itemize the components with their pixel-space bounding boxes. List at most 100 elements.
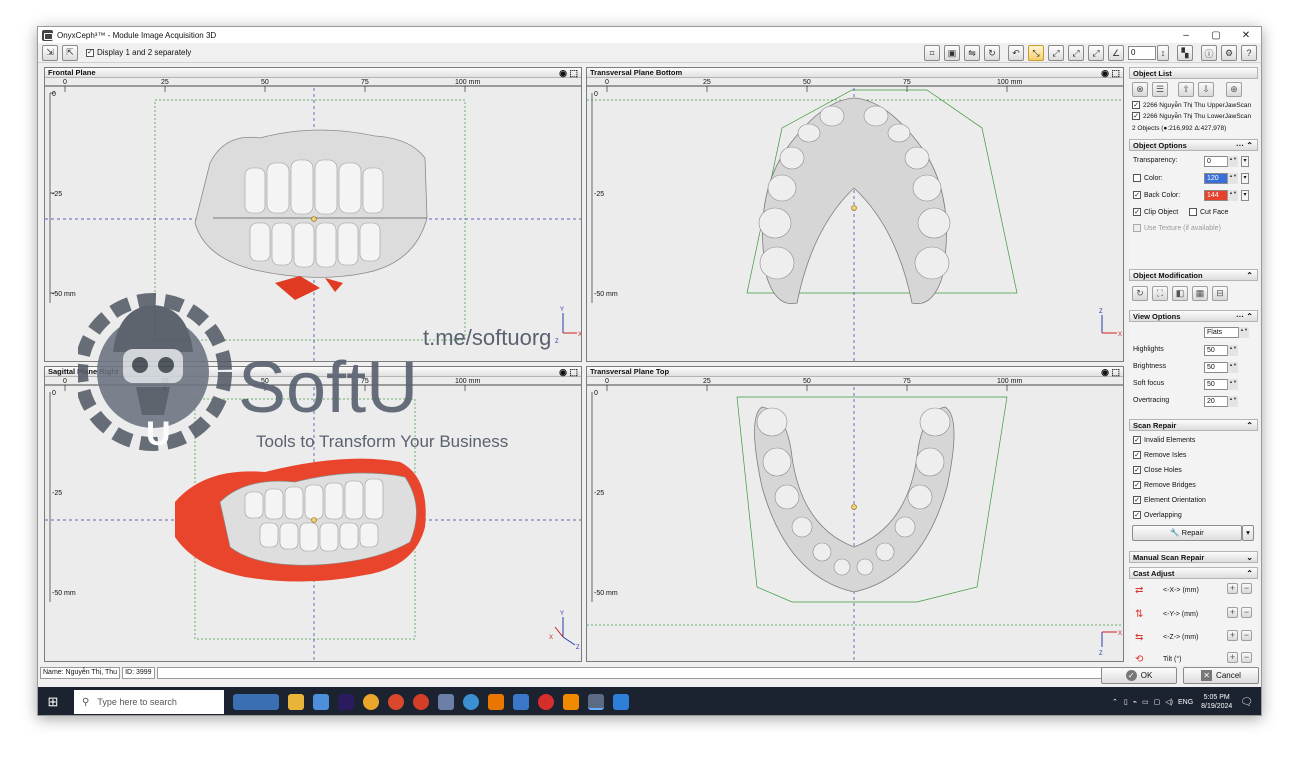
object-list-header[interactable]: Object List: [1129, 67, 1258, 79]
notification-icon[interactable]: 🗨: [1240, 697, 1253, 708]
cast-tilt-minus-button[interactable]: −: [1241, 652, 1252, 663]
viewport-sagittal[interactable]: Sagittal Plane Right ◉ ⬚ 0 25 50 75 100 …: [44, 366, 582, 662]
ok-button[interactable]: ✓ OK: [1101, 667, 1177, 684]
repair-option[interactable]: ✓ Element Orientation: [1133, 496, 1206, 504]
red-app-icon[interactable]: [413, 694, 429, 710]
repair-option[interactable]: ✓ Invalid Elements: [1133, 436, 1195, 444]
color-input[interactable]: 120: [1204, 173, 1238, 184]
display-separately-toggle[interactable]: ✓ Display 1 and 2 separately: [86, 48, 191, 57]
file-explorer-icon[interactable]: [288, 694, 304, 710]
rotation-input[interactable]: 0: [1128, 46, 1156, 60]
blue-app-icon[interactable]: [613, 694, 629, 710]
color-dropdown[interactable]: ▾: [1241, 173, 1249, 184]
layout-button[interactable]: ▚: [1177, 45, 1193, 61]
repair-option-checkbox[interactable]: ✓: [1133, 496, 1141, 504]
chrome-icon[interactable]: [363, 694, 379, 710]
tray-battery-icon[interactable]: ▭: [1142, 698, 1149, 706]
object-options-header[interactable]: Object Options ··· ⌃: [1129, 139, 1258, 151]
info-button[interactable]: ⓘ: [1201, 45, 1217, 61]
import-scan-button[interactable]: ⇲: [42, 44, 58, 61]
object-list-item[interactable]: ✓ 2266 Nguyễn Thị Thu LowerJawScan: [1132, 112, 1251, 120]
cast-y-minus-button[interactable]: −: [1241, 607, 1252, 618]
tray-network-icon[interactable]: ⌁: [1133, 698, 1137, 706]
display-separately-checkbox[interactable]: ✓: [86, 48, 94, 57]
frontal-canvas[interactable]: 0 25 50 75 100 mm 0 -25 -50 mm Y X Z: [45, 78, 582, 362]
cast-z-plus-button[interactable]: +: [1227, 630, 1238, 641]
object-list-item[interactable]: ✓ 2266 Nguyễn Thị Thu UpperJawScan: [1132, 101, 1251, 109]
repair-option-checkbox[interactable]: ✓: [1133, 436, 1141, 444]
repair-option[interactable]: ✓ Close Holes: [1133, 466, 1182, 474]
view-3d-button[interactable]: ▣: [944, 45, 960, 61]
fit-object-button[interactable]: ⛶: [1152, 286, 1168, 301]
app-blue-icon[interactable]: [313, 694, 329, 710]
cast-z-minus-button[interactable]: −: [1241, 630, 1252, 641]
settings-button[interactable]: ⚙: [1221, 45, 1237, 61]
use-texture-checkbox[interactable]: [1133, 224, 1141, 232]
back-color-input[interactable]: 144: [1204, 190, 1238, 201]
remove-object-button[interactable]: ⊗: [1132, 82, 1148, 97]
maximize-button[interactable]: ▢: [1201, 27, 1231, 43]
undo-button[interactable]: ↶: [1008, 45, 1024, 61]
cancel-button[interactable]: ✕ Cancel: [1183, 667, 1259, 684]
dental-app-taskbar-icon[interactable]: [233, 694, 279, 710]
shading-select[interactable]: Flats: [1204, 327, 1249, 338]
sagittal-canvas[interactable]: 0 25 50 75 100 mm 0 -25 -50 mm Y Z X: [45, 377, 582, 662]
vlc-icon[interactable]: [563, 694, 579, 710]
close-button[interactable]: ✕: [1231, 27, 1261, 43]
rotation-spin-button[interactable]: ↕: [1157, 45, 1169, 61]
onyxceph-taskbar-icon[interactable]: [588, 694, 604, 710]
repair-option-checkbox[interactable]: ✓: [1133, 466, 1141, 474]
pin-icon[interactable]: ◉: [1101, 367, 1109, 377]
move-down-button[interactable]: ⇩: [1198, 82, 1214, 97]
repair-dropdown-button[interactable]: ▾: [1242, 525, 1254, 541]
cast-x-minus-button[interactable]: −: [1241, 583, 1252, 594]
manual-scan-repair-header[interactable]: Manual Scan Repair ⌄: [1129, 551, 1258, 563]
view-options-header[interactable]: View Options ··· ⌃: [1129, 310, 1258, 322]
transparency-dropdown[interactable]: ▾: [1241, 156, 1249, 167]
recorder-icon[interactable]: [538, 694, 554, 710]
object-info-button[interactable]: ☰: [1152, 82, 1168, 97]
repair-option-checkbox[interactable]: ✓: [1133, 481, 1141, 489]
pin-icon[interactable]: ◉: [559, 68, 567, 78]
maximize-view-icon[interactable]: ⬚: [1111, 68, 1120, 78]
object-visible-checkbox[interactable]: ✓: [1132, 101, 1140, 109]
pin-icon[interactable]: ◉: [1101, 68, 1109, 78]
taskbar-search[interactable]: ⚲ Type here to search: [74, 690, 224, 714]
minimize-button[interactable]: –: [1171, 27, 1201, 43]
taskbar-clock[interactable]: 5:05 PM 8/19/2024: [1201, 693, 1232, 711]
collapse-icon[interactable]: ⌃: [1246, 270, 1253, 281]
start-button[interactable]: ⊞: [38, 687, 68, 715]
collapse-icon[interactable]: ··· ⌃: [1236, 140, 1253, 151]
axis-z-button[interactable]: ⤢: [1088, 45, 1104, 61]
cut-object-button[interactable]: ◧: [1172, 286, 1188, 301]
cast-y-plus-button[interactable]: +: [1227, 607, 1238, 618]
axis-free-button[interactable]: ⤡: [1028, 45, 1044, 61]
transparency-input[interactable]: 0: [1204, 156, 1238, 167]
axis-y-button[interactable]: ⤢: [1068, 45, 1084, 61]
maximize-view-icon[interactable]: ⬚: [569, 367, 578, 377]
volume-icon[interactable]: ◁): [1165, 698, 1173, 706]
base-object-button[interactable]: ⊟: [1212, 286, 1228, 301]
color-checkbox[interactable]: [1133, 174, 1141, 182]
collapse-icon[interactable]: ⌃: [1246, 568, 1253, 579]
transversal-top-canvas[interactable]: 0 25 50 75 100 mm 0 -25 -50 mm X Z: [587, 377, 1124, 662]
add-object-button[interactable]: ⊕: [1226, 82, 1242, 97]
cast-x-plus-button[interactable]: +: [1227, 583, 1238, 594]
axis-x-button[interactable]: ⤢: [1048, 45, 1064, 61]
expand-icon[interactable]: ⌄: [1246, 552, 1253, 563]
overtracing-input[interactable]: 20: [1204, 396, 1238, 407]
collapse-icon[interactable]: ··· ⌃: [1236, 311, 1253, 322]
cut-face-checkbox[interactable]: [1189, 208, 1197, 216]
viewport-frontal[interactable]: Frontal Plane ◉ ⬚ 0 25 50 75 100 mm 0 -2…: [44, 67, 582, 362]
scan-repair-header[interactable]: Scan Repair ⌃: [1129, 419, 1258, 431]
tray-chevron-icon[interactable]: ⌃: [1112, 698, 1118, 706]
maximize-view-icon[interactable]: ⬚: [1111, 367, 1120, 377]
highlights-input[interactable]: 50: [1204, 345, 1238, 356]
pin-icon[interactable]: ◉: [559, 367, 567, 377]
viewport-transversal-bottom[interactable]: Transversal Plane Bottom ◉ ⬚ 0 25 50 75 …: [586, 67, 1124, 362]
object-modification-header[interactable]: Object Modification ⌃: [1129, 269, 1258, 281]
back-color-dropdown[interactable]: ▾: [1241, 190, 1249, 201]
object-visible-checkbox[interactable]: ✓: [1132, 112, 1140, 120]
tray-app-icon[interactable]: ▯: [1124, 698, 1128, 706]
pen-app-icon[interactable]: [438, 694, 454, 710]
